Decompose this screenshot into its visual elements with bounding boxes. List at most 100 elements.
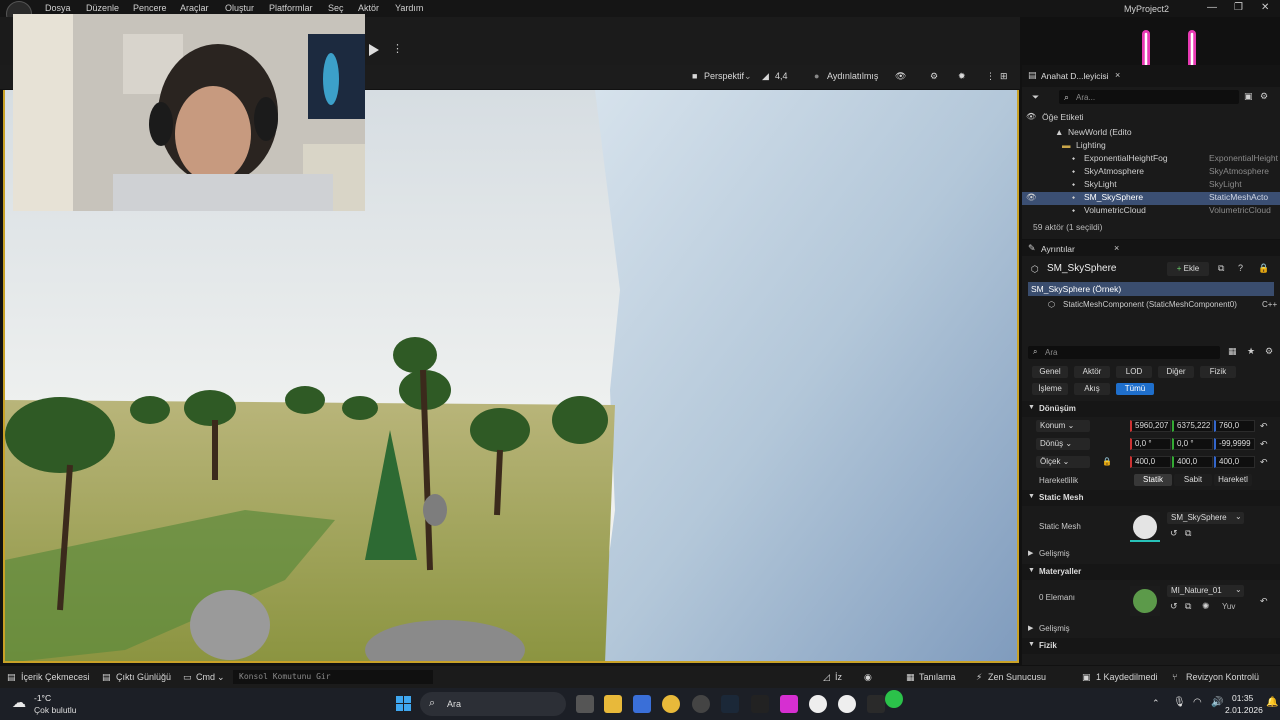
- github-icon[interactable]: [692, 695, 710, 713]
- volume-icon[interactable]: 🔊: [1211, 697, 1223, 708]
- filter-aktor[interactable]: Aktör: [1074, 366, 1110, 378]
- lit-dropdown[interactable]: Aydınlatılmış: [827, 71, 878, 81]
- cpp-link[interactable]: C++: [1262, 300, 1277, 309]
- maximize-icon[interactable]: ❐: [1234, 2, 1243, 13]
- outliner-close-icon[interactable]: ×: [1115, 70, 1120, 80]
- more-options-icon[interactable]: ⋮: [392, 42, 403, 55]
- use-selected-icon[interactable]: ↺: [1170, 601, 1178, 612]
- location-y-field[interactable]: 6375,222: [1172, 420, 1213, 432]
- minimize-icon[interactable]: —: [1207, 2, 1217, 13]
- menu-olustur[interactable]: Oluştur: [225, 3, 254, 13]
- outliner-row[interactable]: ▬ Lighting: [1022, 140, 1280, 153]
- static-mesh-dropdown[interactable]: SM_SkySphere: [1167, 512, 1244, 524]
- outliner-row[interactable]: ⬩ SkyAtmosphere SkyAtmosphere: [1022, 166, 1280, 179]
- menu-yardim[interactable]: Yardım: [395, 3, 423, 13]
- output-log-button[interactable]: Çıktı Günlüğü: [116, 672, 171, 682]
- menu-sec[interactable]: Seç: [328, 3, 344, 13]
- store-icon[interactable]: [633, 695, 651, 713]
- green-app-icon[interactable]: [885, 690, 903, 708]
- layout-grid-icon[interactable]: ⊞: [1000, 71, 1008, 82]
- outliner-row[interactable]: ⬩ VolumetricCloud VolumetricCloud: [1022, 205, 1280, 218]
- obs-icon[interactable]: [867, 695, 885, 713]
- steam-icon[interactable]: [721, 695, 739, 713]
- visibility-eye-icon[interactable]: 👁: [1026, 192, 1037, 203]
- outliner-row[interactable]: ⬩ ExponentialHeightFog ExponentialHeight: [1022, 153, 1280, 166]
- clock-date[interactable]: 2.01.2026: [1225, 705, 1263, 715]
- zen-server-button[interactable]: Zen Sunucusu: [988, 672, 1046, 682]
- viewport-more-icon[interactable]: ⋮: [986, 71, 995, 82]
- console-input[interactable]: Konsol Komutunu Gir: [239, 672, 331, 681]
- diagnostics-button[interactable]: Tanılama: [919, 672, 956, 682]
- gear-icon[interactable]: ✹: [958, 71, 966, 82]
- reset-scale-icon[interactable]: ↶: [1260, 457, 1268, 468]
- mesh-thumbnail[interactable]: [1130, 512, 1160, 542]
- lock-icon[interactable]: 🔒: [1258, 263, 1269, 274]
- file-explorer-icon[interactable]: [604, 695, 622, 713]
- chevron-down-icon[interactable]: ⌄: [1235, 585, 1242, 594]
- unreal-icon[interactable]: [809, 695, 827, 713]
- rotation-dropdown[interactable]: Dönüş ⌄: [1036, 438, 1090, 450]
- cmd-dropdown[interactable]: Cmd: [196, 672, 215, 682]
- folder-icon[interactable]: ▣: [1244, 91, 1253, 102]
- filter-icon[interactable]: ⏷: [1032, 92, 1039, 103]
- collapse-chevron-icon[interactable]: ▼: [1028, 404, 1035, 411]
- favorite-star-icon[interactable]: ★: [1247, 346, 1255, 357]
- filter-diger[interactable]: Diğer: [1158, 366, 1194, 378]
- chevron-down-icon[interactable]: ⌄: [217, 672, 225, 683]
- item-label-header[interactable]: Öğe Etiketi: [1042, 112, 1084, 122]
- reset-material-icon[interactable]: ↶: [1260, 596, 1268, 607]
- unreal-editor-icon[interactable]: [838, 695, 856, 713]
- materials-section[interactable]: Materyaller: [1022, 564, 1280, 580]
- menu-duzenle[interactable]: Düzenle: [86, 3, 119, 13]
- rotation-x-field[interactable]: 0,0 °: [1130, 438, 1171, 450]
- collapse-chevron-icon[interactable]: ▼: [1028, 493, 1035, 500]
- wifi-icon[interactable]: ◠: [1193, 697, 1202, 708]
- filter-isleme[interactable]: İşleme: [1032, 383, 1068, 395]
- camera-icon[interactable]: ◉: [864, 672, 872, 683]
- advanced-toggle[interactable]: Gelişmiş: [1039, 549, 1070, 558]
- menu-platformlar[interactable]: Platformlar: [269, 3, 313, 13]
- notification-bell-icon[interactable]: 🔔: [1266, 697, 1278, 708]
- tray-chevron-icon[interactable]: ⌃: [1152, 698, 1160, 709]
- instance-row[interactable]: SM_SkySphere (Örnek): [1028, 282, 1274, 296]
- scale-y-field[interactable]: 400,0: [1172, 456, 1213, 468]
- mobility-static[interactable]: Statik: [1134, 474, 1172, 486]
- mobility-stationary[interactable]: Sabit: [1174, 474, 1212, 486]
- material-dropdown[interactable]: MI_Nature_01: [1167, 585, 1244, 597]
- microphone-icon[interactable]: 🎙: [1173, 697, 1186, 708]
- windows-start-icon[interactable]: [396, 696, 412, 712]
- menu-dosya[interactable]: Dosya: [45, 3, 71, 13]
- play-icon[interactable]: [369, 44, 379, 56]
- perspective-dropdown[interactable]: Perspektif: [704, 71, 744, 81]
- location-z-field[interactable]: 760,0: [1214, 420, 1255, 432]
- scale-lock-icon[interactable]: 🔒: [1102, 457, 1112, 466]
- outliner-tab[interactable]: Anahat D...leyicisi: [1041, 71, 1109, 81]
- show-eye-icon[interactable]: 👁: [895, 71, 906, 82]
- chrome-icon[interactable]: [662, 695, 680, 713]
- outliner-search-input[interactable]: Ara...: [1076, 93, 1095, 102]
- fov-value[interactable]: 4,4: [775, 71, 788, 81]
- browse-icon[interactable]: ⧉: [1185, 601, 1191, 612]
- add-component-button[interactable]: + Ekle: [1167, 262, 1209, 276]
- transform-section[interactable]: Dönüşüm: [1022, 401, 1280, 417]
- filter-fizik[interactable]: Fizik: [1200, 366, 1236, 378]
- collapse-chevron-icon[interactable]: ▼: [1028, 641, 1035, 648]
- advanced-toggle-2[interactable]: Gelişmiş: [1039, 624, 1070, 633]
- static-mesh-section[interactable]: Static Mesh: [1022, 490, 1280, 506]
- outliner-settings-icon[interactable]: ⚙: [1260, 91, 1268, 102]
- table-view-icon[interactable]: ▦: [1228, 346, 1237, 357]
- close-icon[interactable]: ✕: [1261, 2, 1269, 13]
- weather-cloud-icon[interactable]: ☁: [12, 694, 26, 711]
- browse-icon[interactable]: ⧉: [1185, 528, 1191, 539]
- rotation-y-field[interactable]: 0,0 °: [1172, 438, 1213, 450]
- collapse-chevron-icon[interactable]: ▼: [1028, 567, 1035, 574]
- details-search-input[interactable]: Ara: [1045, 348, 1057, 357]
- physics-section[interactable]: Fizik: [1022, 638, 1280, 654]
- menu-araclar[interactable]: Araçlar: [180, 3, 209, 13]
- task-view-icon[interactable]: [576, 695, 594, 713]
- clock-time[interactable]: 01:35: [1232, 693, 1253, 703]
- revision-control-button[interactable]: Revizyon Kontrolü: [1186, 672, 1259, 682]
- mobility-movable[interactable]: Hareketl: [1214, 474, 1252, 486]
- perspective-chevron-icon[interactable]: ⌄: [744, 71, 752, 82]
- help-icon[interactable]: ?: [1238, 263, 1243, 273]
